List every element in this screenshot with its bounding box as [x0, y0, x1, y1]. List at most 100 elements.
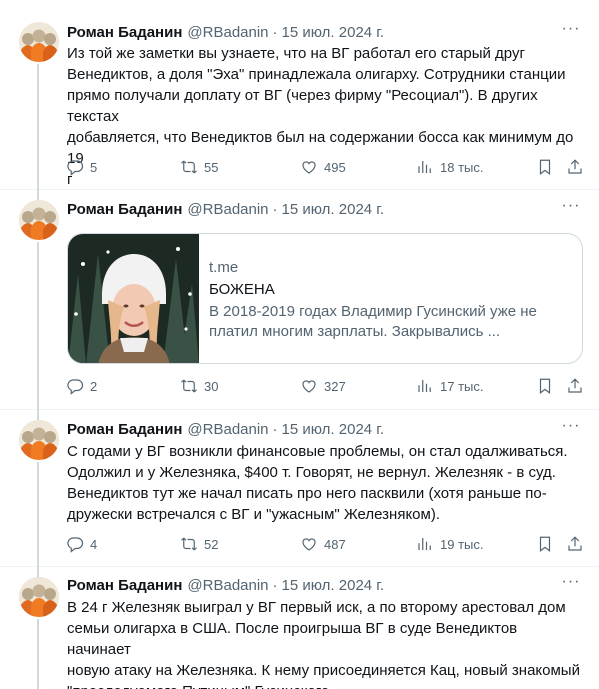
thread-connector [37, 242, 39, 410]
retweet-icon [180, 158, 198, 176]
like-icon [300, 377, 318, 395]
more-icon[interactable]: ··· [561, 21, 581, 42]
like-count: 495 [324, 159, 346, 175]
views-count: 18 тыс. [440, 159, 484, 175]
reply-button[interactable]: 4 [66, 534, 97, 554]
like-button[interactable]: 327 [300, 376, 346, 396]
views-icon [416, 377, 434, 395]
thread-feed: Роман Баданин @RBadanin · 15 июл. 2024 г… [0, 0, 599, 689]
like-button[interactable]: 495 [300, 157, 346, 177]
link-card-body: t.me БОЖЕНА В 2018-2019 годах Владимир Г… [209, 258, 569, 342]
like-count: 327 [324, 378, 346, 394]
views-button[interactable]: 19 тыс. [416, 534, 483, 554]
tweet-text-line: Венедиктов тут же начал писать про него … [67, 485, 547, 502]
tweet-date[interactable]: 15 июл. 2024 г. [282, 24, 385, 41]
share-icon [566, 377, 584, 395]
bookmark-button[interactable] [536, 534, 554, 554]
like-icon [300, 535, 318, 553]
share-button[interactable] [566, 157, 584, 177]
retweet-count: 52 [204, 536, 219, 552]
thread-connector [37, 462, 39, 567]
separator-dot: · [272, 576, 278, 594]
link-card-description-line: В 2018-2019 годах Владимир Гусинский уже… [209, 303, 537, 320]
retweet-button[interactable]: 52 [180, 534, 218, 554]
tweet-text-line: "преследуемого Путиным" Гусинского. [67, 681, 583, 689]
retweet-button[interactable]: 30 [180, 376, 218, 396]
avatar[interactable] [19, 22, 59, 62]
separator-dot: · [272, 200, 278, 218]
tweet-text-line: семьи олигарха в США. После проигрыша ВГ… [67, 620, 518, 658]
tweet-text-line: Венедиктов, а доля "Эха" принадлежала ол… [67, 66, 566, 83]
thread-connector [37, 619, 39, 689]
tweet-header: Роман Баданин @RBadanin · 15 июл. 2024 г… [67, 575, 384, 595]
action-bar: 2 30 327 17 тыс. [60, 376, 590, 396]
tweet-date[interactable]: 15 июл. 2024 г. [282, 201, 385, 218]
link-card-title: БОЖЕНА [209, 281, 275, 298]
tweet[interactable]: Роман Баданин @RBadanin · 15 июл. 2024 г… [0, 567, 599, 689]
bookmark-icon [536, 377, 554, 395]
bookmark-button[interactable] [536, 157, 554, 177]
tweet-text-line: новую атаку на Железняка. К нему присоед… [67, 662, 580, 679]
author-name[interactable]: Роман Баданин [67, 577, 182, 594]
avatar[interactable] [19, 420, 59, 460]
retweet-count: 30 [204, 378, 219, 394]
avatar[interactable] [19, 200, 59, 240]
share-button[interactable] [566, 376, 584, 396]
link-card-description: В 2018-2019 годах Владимир Гусинский уже… [209, 302, 569, 342]
more-icon[interactable]: ··· [561, 574, 581, 595]
author-handle[interactable]: @RBadanin [187, 577, 268, 594]
link-card-image [68, 234, 199, 363]
author-handle[interactable]: @RBadanin [187, 421, 268, 438]
reply-count: 2 [90, 378, 98, 394]
author-name[interactable]: Роман Баданин [67, 201, 182, 218]
retweet-icon [180, 535, 198, 553]
bookmark-button[interactable] [536, 376, 554, 396]
action-bar: 5 55 495 18 тыс. [60, 157, 590, 177]
reply-count: 5 [90, 159, 98, 175]
reply-button[interactable]: 5 [66, 157, 97, 177]
tweet-header: Роман Баданин @RBadanin · 15 июл. 2024 г… [67, 419, 384, 439]
share-button[interactable] [566, 534, 584, 554]
tweet-text-line: С годами у ВГ возникли финансовые пробле… [67, 443, 568, 460]
avatar[interactable] [19, 577, 59, 617]
more-icon[interactable]: ··· [561, 418, 581, 439]
share-icon [566, 158, 584, 176]
reply-icon [66, 158, 84, 176]
separator-dot: · [272, 420, 278, 438]
author-name[interactable]: Роман Баданин [67, 421, 182, 438]
tweet-text: В 24 г Железняк выиграл у ВГ первый иск,… [67, 597, 583, 689]
tweet-date[interactable]: 15 июл. 2024 г. [282, 421, 385, 438]
tweet-date[interactable]: 15 июл. 2024 г. [282, 577, 385, 594]
thread-connector [37, 64, 39, 190]
views-button[interactable]: 17 тыс. [416, 376, 483, 396]
reply-icon [66, 535, 84, 553]
views-count: 17 тыс. [440, 378, 484, 394]
retweet-button[interactable]: 55 [180, 157, 218, 177]
retweet-icon [180, 377, 198, 395]
tweet[interactable]: Роман Баданин @RBadanin · 15 июл. 2024 г… [0, 410, 599, 567]
author-name[interactable]: Роман Баданин [67, 24, 182, 41]
author-handle[interactable]: @RBadanin [187, 201, 268, 218]
thread-connector [37, 410, 39, 420]
link-card[interactable]: t.me БОЖЕНА В 2018-2019 годах Владимир Г… [67, 233, 583, 364]
action-bar: 4 52 487 19 тыс. [60, 534, 590, 554]
tweet-text-line: Одолжил и у Железняка, $400 т. Говорят, … [67, 464, 556, 481]
views-button[interactable]: 18 тыс. [416, 157, 483, 177]
separator-dot: · [272, 23, 278, 41]
more-icon[interactable]: ··· [561, 198, 581, 219]
like-icon [300, 158, 318, 176]
tweet[interactable]: Роман Баданин @RBadanin · 15 июл. 2024 г… [0, 0, 599, 190]
share-icon [566, 535, 584, 553]
tweet-header: Роман Баданин @RBadanin · 15 июл. 2024 г… [67, 22, 384, 42]
reply-button[interactable]: 2 [66, 376, 97, 396]
tweet-text-line: дружески встречался с ВГ и "ужасным" Жел… [67, 506, 440, 523]
author-handle[interactable]: @RBadanin [187, 24, 268, 41]
like-button[interactable]: 487 [300, 534, 346, 554]
thread-connector [37, 190, 39, 200]
thread-connector [37, 567, 39, 577]
reply-count: 4 [90, 536, 98, 552]
tweet-header: Роман Баданин @RBadanin · 15 июл. 2024 г… [67, 199, 384, 219]
views-icon [416, 535, 434, 553]
tweet-text-line: прямо получали доплату от ВГ (через фирм… [67, 87, 538, 125]
bookmark-icon [536, 158, 554, 176]
